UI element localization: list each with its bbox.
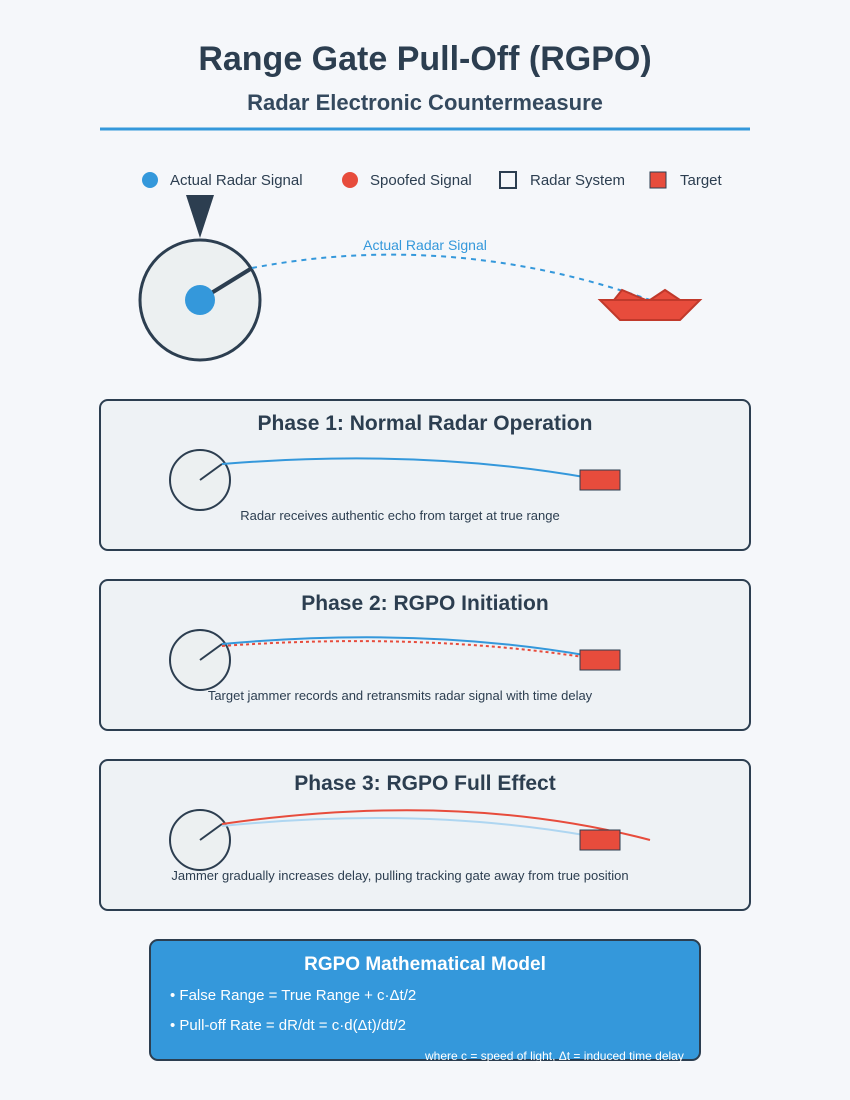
page-title: Range Gate Pull-Off (RGPO) [198,40,651,78]
actual-signal-path [251,253,651,301]
phase-3-title: Phase 3: RGPO Full Effect [294,772,555,795]
legend-spoofed-signal-label: Spoofed Signal [370,172,472,189]
target-ship-bow [646,288,684,301]
legend-actual-signal-swatch [142,172,158,188]
phase-1-caption: Radar receives authentic echo from targe… [240,508,559,523]
model-panel: RGPO Mathematical Model • False Range = … [149,939,701,1063]
page-subtitle: Radar Electronic Countermeasure [247,90,603,115]
model-line-false-range: • False Range = True Range + c·Δt/2 [170,987,416,1004]
radar-antenna-icon [186,195,214,238]
legend-target-swatch [649,171,667,189]
phase-2-title: Phase 2: RGPO Initiation [301,592,548,615]
radar-center [185,285,215,315]
model-line-pull-off-rate: • Pull-off Rate = dR/dt = c·d(Δt)/dt/2 [170,1017,406,1034]
rgpo-diagram: Range Gate Pull-Off (RGPO) Radar Electro… [99,40,751,1063]
phase-1-title: Phase 1: Normal Radar Operation [258,412,593,435]
model-title: RGPO Mathematical Model [304,954,546,975]
target-ship-icon [597,299,703,321]
phase-3-panel: Phase 3: RGPO Full Effect Jammer gradual… [99,759,751,911]
legend-spoofed-signal-swatch [342,172,358,188]
legend: Actual Radar Signal Spoofed Signal Radar… [142,171,723,189]
phase-1-target-icon [579,469,621,491]
model-note: where c = speed of light, Δt = induced t… [424,1049,684,1063]
phase-1-panel: Phase 1: Normal Radar Operation Radar re… [99,399,751,551]
overview-scene: Actual Radar Signal [138,195,703,362]
phase-2-target-icon [579,649,621,671]
phase-3-caption: Jammer gradually increases delay, pullin… [171,868,628,883]
target-ship-superstructure [611,288,647,301]
actual-signal-label: Actual Radar Signal [363,237,487,253]
legend-target-label: Target [680,172,723,189]
legend-radar-system-swatch [499,171,517,189]
phase-3-target-icon [579,829,621,851]
legend-actual-signal-label: Actual Radar Signal [170,172,303,189]
legend-radar-system-label: Radar System [530,172,625,189]
phase-2-panel: Phase 2: RGPO Initiation Target jammer r… [99,579,751,731]
phase-2-caption: Target jammer records and retransmits ra… [208,688,593,703]
